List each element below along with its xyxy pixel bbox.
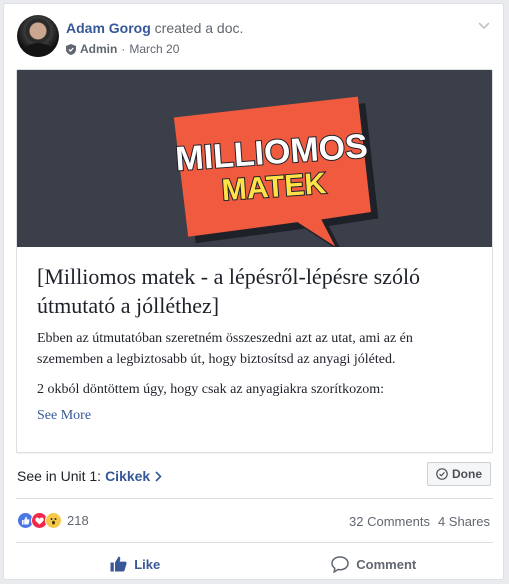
reaction-count[interactable]: 218 xyxy=(67,513,89,528)
post-date[interactable]: March 20 xyxy=(129,41,179,57)
engagement-counts: 32 Comments 4 Shares xyxy=(341,514,490,529)
chevron-down-icon[interactable] xyxy=(477,18,491,32)
role-badge: Admin xyxy=(80,42,118,56)
comment-label: Comment xyxy=(356,556,417,572)
done-label: Done xyxy=(452,467,482,481)
unit-prefix: See in Unit 1: xyxy=(17,468,102,484)
doc-preview[interactable]: MILLIOMOS MATEK [Milliomos matek - a lép… xyxy=(16,69,493,453)
doc-title-line2: útmutató a jólléthez] xyxy=(37,293,220,318)
doc-excerpt: Ebben az útmutatóban szeretném összeszed… xyxy=(37,328,477,409)
like-label: Like xyxy=(134,556,161,572)
chevron-right-icon[interactable] xyxy=(154,470,162,482)
doc-title[interactable]: [Milliomos matek - a lépésről-lépésre sz… xyxy=(37,262,477,320)
see-more-link[interactable]: See More xyxy=(37,408,91,424)
doc-cover-image: MILLIOMOS MATEK xyxy=(17,70,492,247)
doc-paragraph: 2 okból döntöttem úgy, hogy csak az anya… xyxy=(37,382,385,397)
like-button[interactable]: Like xyxy=(16,548,255,580)
meta-separator: · xyxy=(121,42,126,56)
post-card: Adam Gorog created a doc. Admin · March … xyxy=(3,3,504,580)
comment-button[interactable]: Comment xyxy=(255,548,494,580)
reaction-summary[interactable]: 218 xyxy=(17,512,89,529)
post-actions: Like Comment xyxy=(16,548,493,580)
author-name[interactable]: Adam Gorog xyxy=(66,20,151,36)
shield-icon xyxy=(66,43,76,55)
shares-count[interactable]: 4 Shares xyxy=(438,514,490,529)
thumbs-up-icon xyxy=(110,556,127,572)
doc-paragraph: Ebben az útmutatóban szeretném összeszed… xyxy=(37,331,413,367)
comments-count[interactable]: 32 Comments xyxy=(349,514,430,529)
divider xyxy=(16,542,493,543)
post-action-text: created a doc. xyxy=(154,20,244,36)
comment-icon xyxy=(331,555,350,573)
post-header: Adam Gorog created a doc. xyxy=(66,19,243,37)
check-circle-icon xyxy=(436,468,448,480)
divider xyxy=(16,498,493,499)
wow-reaction-icon xyxy=(45,512,62,529)
post-meta: Admin · March 20 xyxy=(66,41,179,57)
doc-title-line1: [Milliomos matek - a lépésről-lépésre sz… xyxy=(37,264,421,289)
done-button[interactable]: Done xyxy=(427,462,491,486)
unit-link[interactable]: Cikkek xyxy=(105,468,150,484)
unit-breadcrumb: See in Unit 1: Cikkek xyxy=(17,468,162,484)
avatar[interactable] xyxy=(17,15,59,57)
